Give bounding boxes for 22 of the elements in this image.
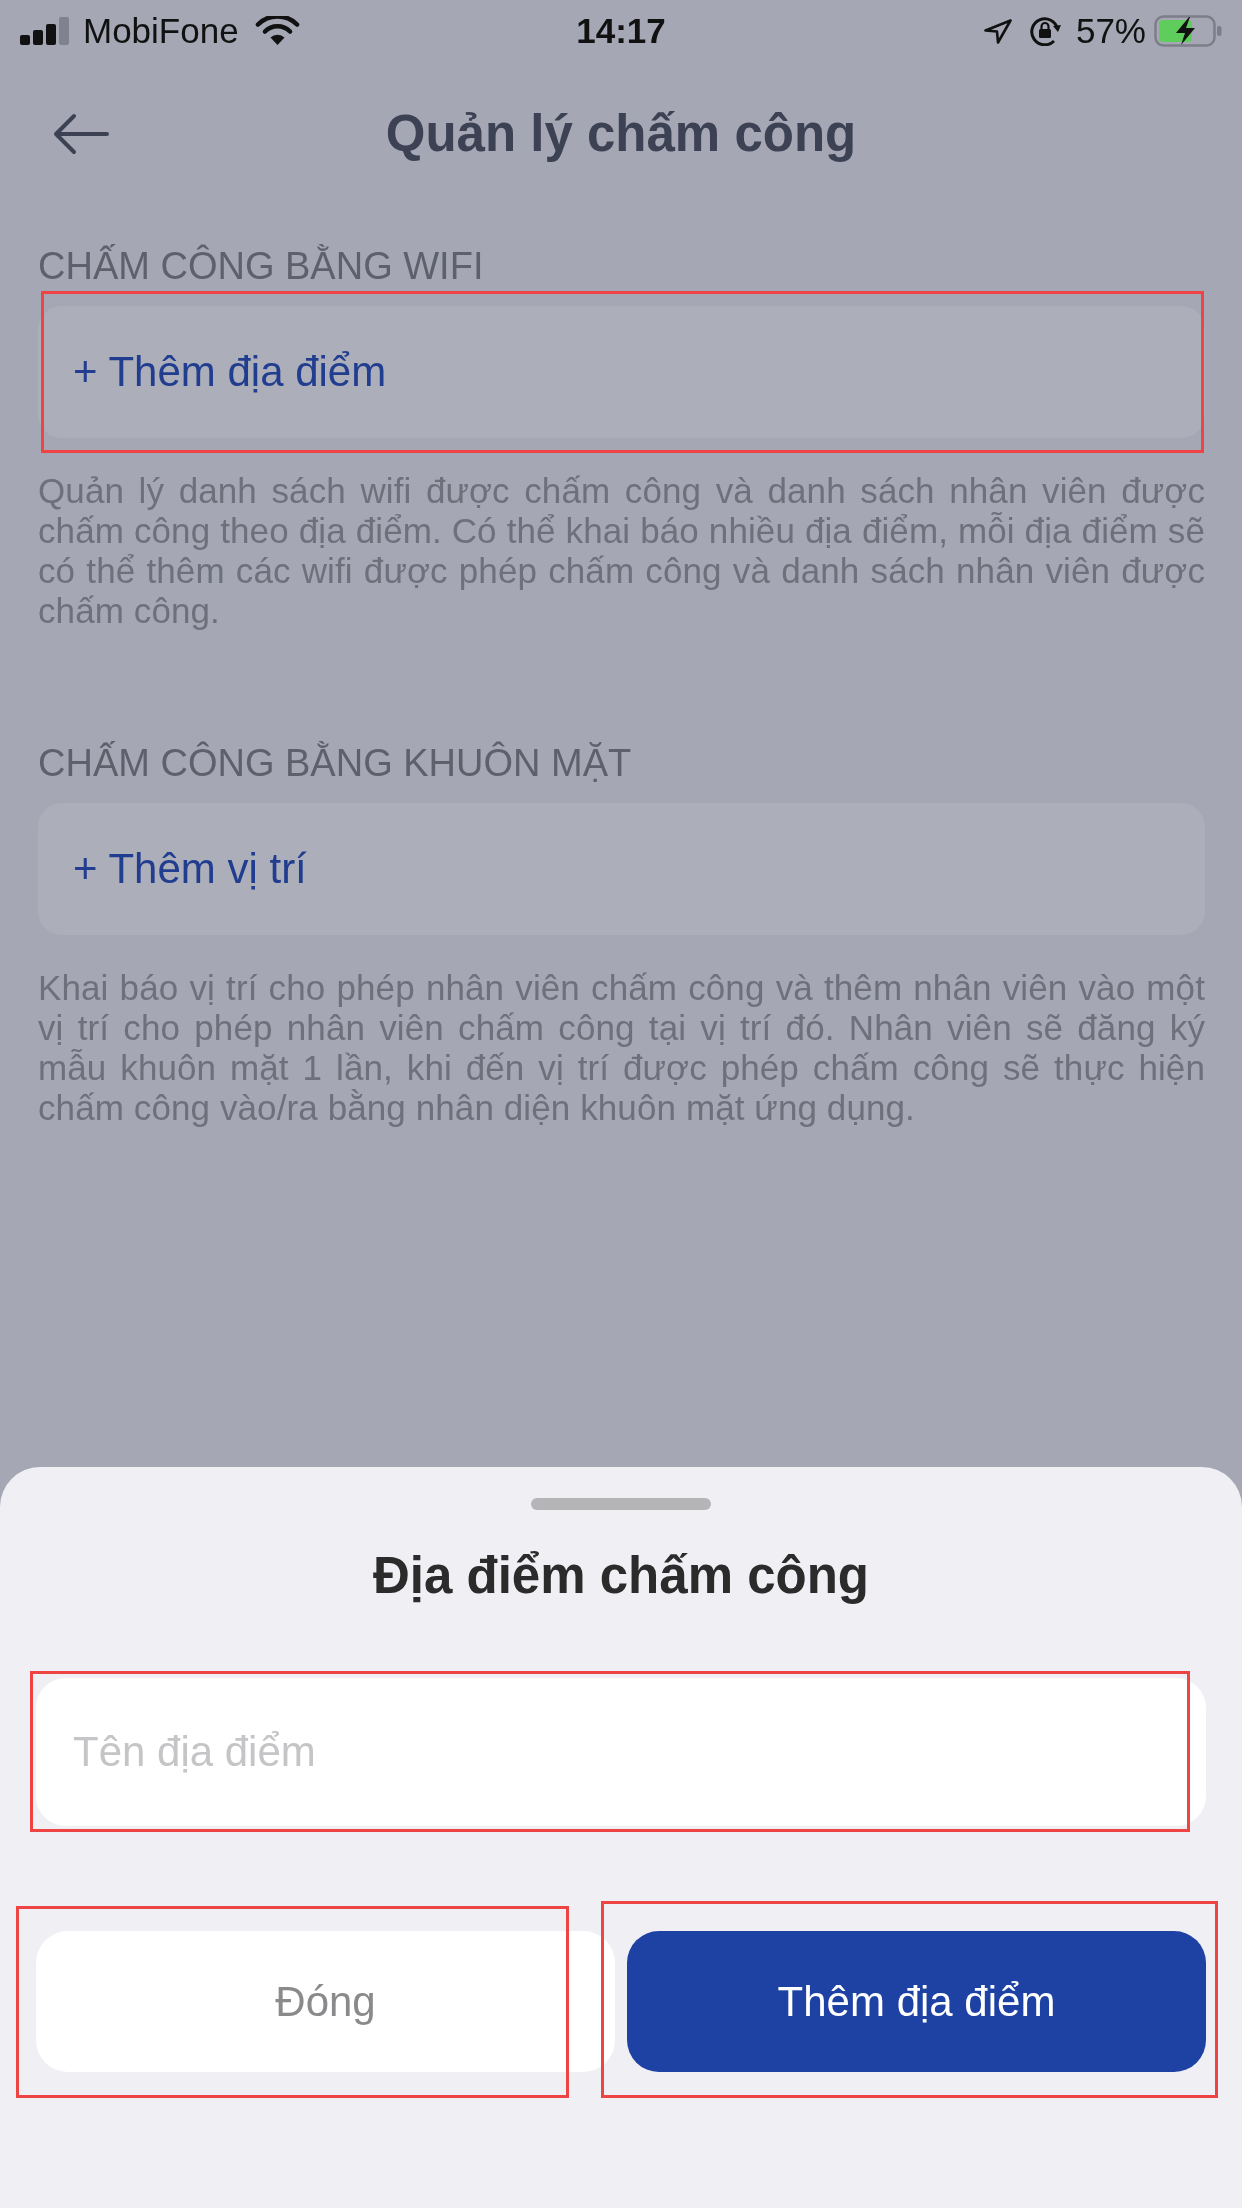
back-button[interactable] (53, 113, 109, 155)
add-item-button[interactable]: + Thêm vị trí (38, 803, 1205, 935)
battery-percentage: 57% (1075, 11, 1146, 51)
navigation-arrow-icon (983, 18, 1012, 44)
status-time: 14:17 (576, 11, 666, 51)
location-name-field[interactable]: Tên địa điểm (36, 1678, 1206, 1826)
signal-icon (20, 17, 71, 45)
close-button[interactable]: Đóng (36, 1931, 615, 2072)
submit-button[interactable]: Thêm địa điểm (627, 1931, 1206, 2072)
sheet-title: Địa điểm chấm công (373, 1546, 869, 1606)
screen-title: Quản lý chấm công (385, 104, 857, 164)
rotation-lock-icon (1027, 16, 1062, 46)
section-heading: CHẤM CÔNG BẰNG WIFI (38, 243, 485, 289)
section-description: Khai báo vị trí cho phép nhân viên chấm công và thêm nhân viên vào một vị trí cho phép nhân viên chấm công tại vị trí đó. Nhân viên sẽ đăng ký mẫu khuôn mặt 1 lần, khi đến vị trí được phép chấm công sẽ thực hiện chấm công vào/ra bằng nhân diện khuôn mặt ứng dụng. (38, 968, 1205, 1128)
carrier-name: MobiFone (83, 11, 239, 51)
section-description: Quản lý danh sách wifi được chấm công và danh sách nhân viên được chấm công theo địa điểm. Có thể khai báo nhiều địa điểm, mỗi địa điểm sẽ có thể thêm các wifi được phép chấm công và danh sách nhân viên được chấm công. (38, 471, 1205, 631)
section-heading: CHẤM CÔNG BẰNG KHUÔN MẶT (38, 740, 633, 786)
drag-handle[interactable] (531, 1498, 711, 1510)
add-item-button[interactable]: + Thêm địa điểm (38, 306, 1205, 438)
battery-charging-icon (1154, 15, 1222, 47)
wifi-icon (254, 16, 300, 46)
arrow-left-icon (53, 113, 109, 155)
